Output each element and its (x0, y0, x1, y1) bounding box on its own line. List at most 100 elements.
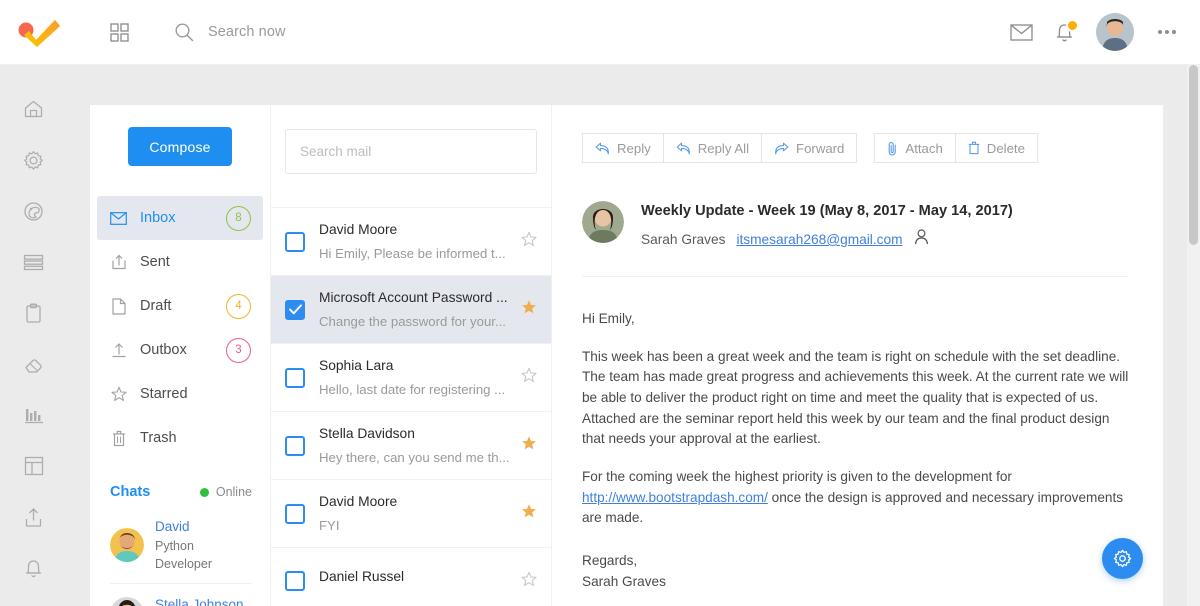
body-link[interactable]: http://www.bootstrapdash.com/ (582, 490, 768, 505)
mail-sender-meta: Sarah Graves itsmesarah268@gmail.com (641, 229, 1013, 250)
mail-checkbox[interactable] (285, 571, 305, 591)
mail-checkbox[interactable] (285, 367, 305, 388)
outbox-upload-icon (110, 342, 127, 358)
reply-all-button[interactable]: Reply All (662, 133, 763, 163)
more-horizontal-icon (1158, 30, 1162, 34)
grid-apps-icon (109, 22, 129, 42)
mail-sidebar: Compose Inbox 8 Sent Draft 4 Outbox 3 St… (90, 105, 271, 606)
attach-button[interactable]: Attach (874, 133, 956, 163)
mail-search-wrap (271, 105, 551, 174)
search-mail-input[interactable] (285, 129, 537, 174)
mail-subject: Weekly Update - Week 19 (May 8, 2017 - M… (641, 203, 1013, 219)
messages-button[interactable] (1010, 23, 1033, 41)
sidebar-item-draft[interactable]: Draft 4 (97, 284, 263, 328)
mail-checkbox[interactable] (285, 299, 305, 320)
mail-body: Hi Emily, This week has been a great wee… (582, 277, 1129, 592)
person-icon[interactable] (914, 229, 929, 250)
sidebar-item-label: Trash (140, 430, 177, 446)
mail-list-item[interactable]: David Moore FYI (271, 479, 551, 547)
sidebar-item-label: Draft (140, 298, 172, 314)
rail-item-clipboard[interactable] (17, 301, 51, 325)
star-icon[interactable] (521, 571, 537, 592)
upload-icon (25, 507, 42, 527)
mail-sender: Microsoft Account Password ... (319, 290, 508, 305)
page-scrollbar[interactable] (1187, 65, 1200, 606)
avatar (110, 596, 144, 606)
mail-list-item[interactable]: Microsoft Account Password ... Change th… (271, 275, 551, 343)
delete-button[interactable]: Delete (954, 133, 1038, 163)
rail-item-eraser[interactable] (17, 352, 51, 376)
sender-name: Sarah Graves (641, 232, 726, 247)
mail-checkbox[interactable] (285, 231, 305, 252)
palette-icon (24, 201, 43, 221)
mail-checkbox[interactable] (285, 435, 305, 456)
trash-icon (110, 430, 127, 447)
mail-checkbox[interactable] (285, 503, 305, 524)
check-logo-icon (18, 20, 60, 47)
folder-list: Inbox 8 Sent Draft 4 Outbox 3 Starred Tr… (90, 196, 270, 460)
mail-list-item[interactable]: Stella Davidson Hey there, can you send … (271, 411, 551, 479)
mail-list-item[interactable]: Sophia Lara Hello, last date for registe… (271, 343, 551, 411)
reply-all-label: Reply All (697, 140, 750, 156)
forward-button[interactable]: Forward (761, 133, 858, 163)
star-icon[interactable] (521, 435, 537, 456)
mail-list-item[interactable]: David Moore Hi Emily, Please be informed… (271, 207, 551, 275)
chat-contact-row[interactable]: Stella Johnson SEO Expert (110, 584, 252, 606)
sidebar-item-inbox[interactable]: Inbox 8 (97, 196, 263, 240)
star-icon[interactable] (521, 503, 537, 524)
sender-email[interactable]: itsmesarah268@gmail.com (736, 232, 902, 247)
avatar (1096, 13, 1134, 51)
sidebar-item-trash[interactable]: Trash (97, 416, 263, 460)
rail-item-charts[interactable] (17, 403, 51, 427)
rail-item-layout[interactable] (17, 454, 51, 478)
sidebar-item-label: Inbox (140, 210, 176, 226)
page-scrollbar-thumb[interactable] (1189, 65, 1198, 245)
rail-item-upload[interactable] (17, 505, 51, 529)
compose-button[interactable]: Compose (128, 127, 232, 166)
mail-sender: Sophia Lara (319, 358, 394, 373)
sidebar-item-starred[interactable]: Starred (97, 372, 263, 416)
notifications-button[interactable] (1055, 18, 1079, 43)
global-search[interactable]: Search now (174, 22, 286, 42)
mail-app-card: Compose Inbox 8 Sent Draft 4 Outbox 3 St… (90, 105, 1163, 606)
sidebar-item-label: Starred (140, 386, 188, 402)
rail-item-alerts[interactable] (17, 556, 51, 580)
rail-item-home[interactable] (17, 97, 51, 121)
sidebar-item-sent[interactable]: Sent (97, 240, 263, 284)
profile-avatar[interactable] (1096, 13, 1134, 51)
mail-item-texts: Microsoft Account Password ... Change th… (319, 290, 513, 329)
star-icon[interactable] (521, 231, 537, 252)
mail-header-texts: Weekly Update - Week 19 (May 8, 2017 - M… (641, 201, 1013, 250)
signature-block: Regards, Sarah Graves (582, 551, 1129, 592)
chat-contact-row[interactable]: David Python Developer (110, 506, 252, 584)
mail-item-texts: Stella Davidson Hey there, can you send … (319, 426, 513, 465)
rail-item-list[interactable] (17, 250, 51, 274)
body-paragraph-2: For the coming week the highest priority… (582, 467, 1129, 529)
check-icon (288, 304, 302, 315)
rail-item-settings[interactable] (17, 148, 51, 172)
reply-all-icon (676, 142, 690, 154)
mail-list-item[interactable]: Daniel Russel (271, 547, 551, 606)
more-options-button[interactable] (1156, 24, 1178, 40)
online-status: Online (199, 485, 252, 499)
gear-icon (24, 150, 43, 170)
sidebar-item-label: Sent (140, 254, 170, 270)
top-navbar: Search now (0, 0, 1200, 65)
star-icon[interactable] (521, 367, 537, 388)
reply-button[interactable]: Reply (582, 133, 664, 163)
star-icon (110, 386, 127, 402)
sidebar-item-outbox[interactable]: Outbox 3 (97, 328, 263, 372)
settings-fab-button[interactable] (1102, 538, 1143, 579)
rail-item-theme[interactable] (17, 199, 51, 223)
paperclip-icon (889, 141, 897, 155)
draft-badge: 4 (226, 293, 251, 319)
mail-reader: Reply Reply All Forward Attach Delete We… (552, 105, 1163, 606)
eraser-icon (25, 358, 42, 373)
mail-item-texts: David Moore FYI (319, 494, 513, 533)
brand-logo[interactable] (0, 0, 72, 65)
star-icon[interactable] (521, 299, 537, 320)
apps-grid-button[interactable] (104, 17, 134, 47)
sent-share-icon (110, 254, 127, 270)
mail-preview: Hello, last date for registering ... (319, 382, 506, 397)
inbox-envelope-icon (110, 211, 127, 225)
